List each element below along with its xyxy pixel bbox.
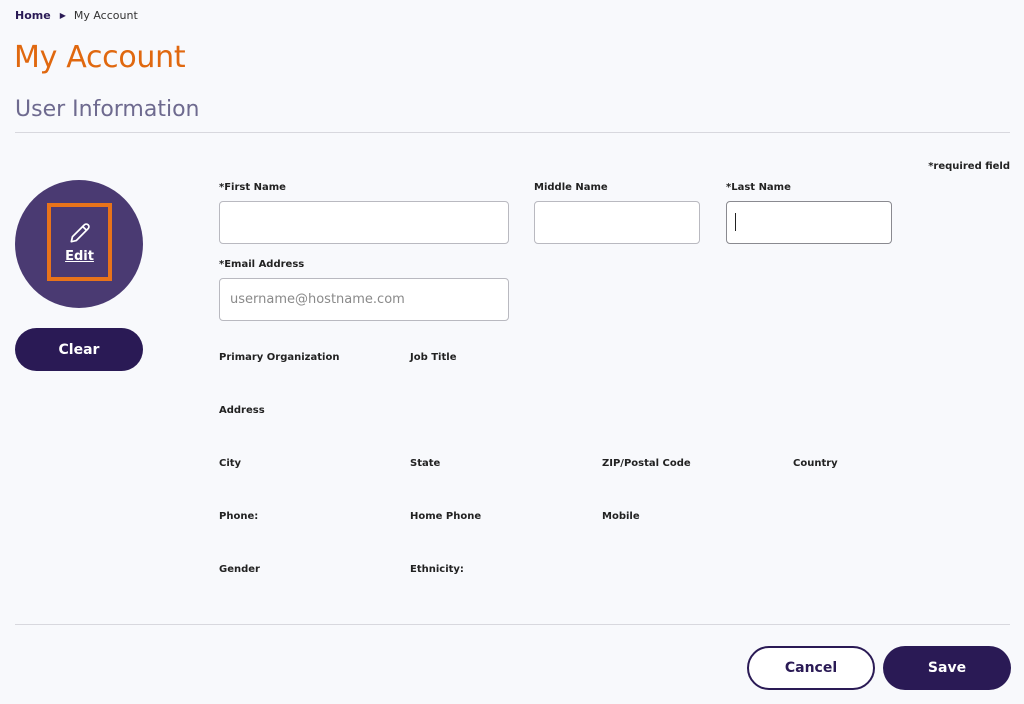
section-divider xyxy=(15,132,1010,133)
primary-organization-label: Primary Organization xyxy=(219,352,340,363)
state-label: State xyxy=(410,458,441,469)
text-cursor xyxy=(735,213,736,231)
first-name-field[interactable] xyxy=(219,201,509,244)
mobile-label: Mobile xyxy=(602,511,640,522)
avatar-edit-button[interactable]: Edit xyxy=(47,203,112,281)
last-name-label: *Last Name xyxy=(726,182,791,193)
breadcrumb: Home ▶ My Account xyxy=(15,9,138,22)
email-field[interactable] xyxy=(219,278,509,321)
save-button[interactable]: Save xyxy=(883,646,1011,690)
gender-label: Gender xyxy=(219,564,260,575)
address-label: Address xyxy=(219,405,265,416)
country-label: Country xyxy=(793,458,838,469)
home-phone-label: Home Phone xyxy=(410,511,482,522)
middle-name-label: Middle Name xyxy=(534,182,608,193)
pencil-icon xyxy=(69,223,90,243)
required-field-note: *required field xyxy=(928,161,1010,172)
breadcrumb-current: My Account xyxy=(73,9,138,22)
zip-label: ZIP/Postal Code xyxy=(602,458,691,469)
section-title: User Information xyxy=(15,97,200,122)
cancel-button[interactable]: Cancel xyxy=(747,646,875,690)
middle-name-field[interactable] xyxy=(534,201,700,244)
phone-label: Phone: xyxy=(219,511,259,522)
page-title: My Account xyxy=(14,40,186,75)
clear-avatar-button[interactable]: Clear xyxy=(15,328,143,371)
avatar-edit-label: Edit xyxy=(65,249,94,264)
last-name-field[interactable] xyxy=(726,201,892,244)
first-name-label: *First Name xyxy=(219,182,286,193)
footer-divider xyxy=(15,624,1010,625)
ethnicity-label: Ethnicity: xyxy=(410,564,464,575)
email-label: *Email Address xyxy=(219,259,305,270)
breadcrumb-home-link[interactable]: Home xyxy=(15,9,51,22)
breadcrumb-separator-icon: ▶ xyxy=(59,11,66,20)
job-title-label: Job Title xyxy=(410,352,457,363)
city-label: City xyxy=(219,458,242,469)
